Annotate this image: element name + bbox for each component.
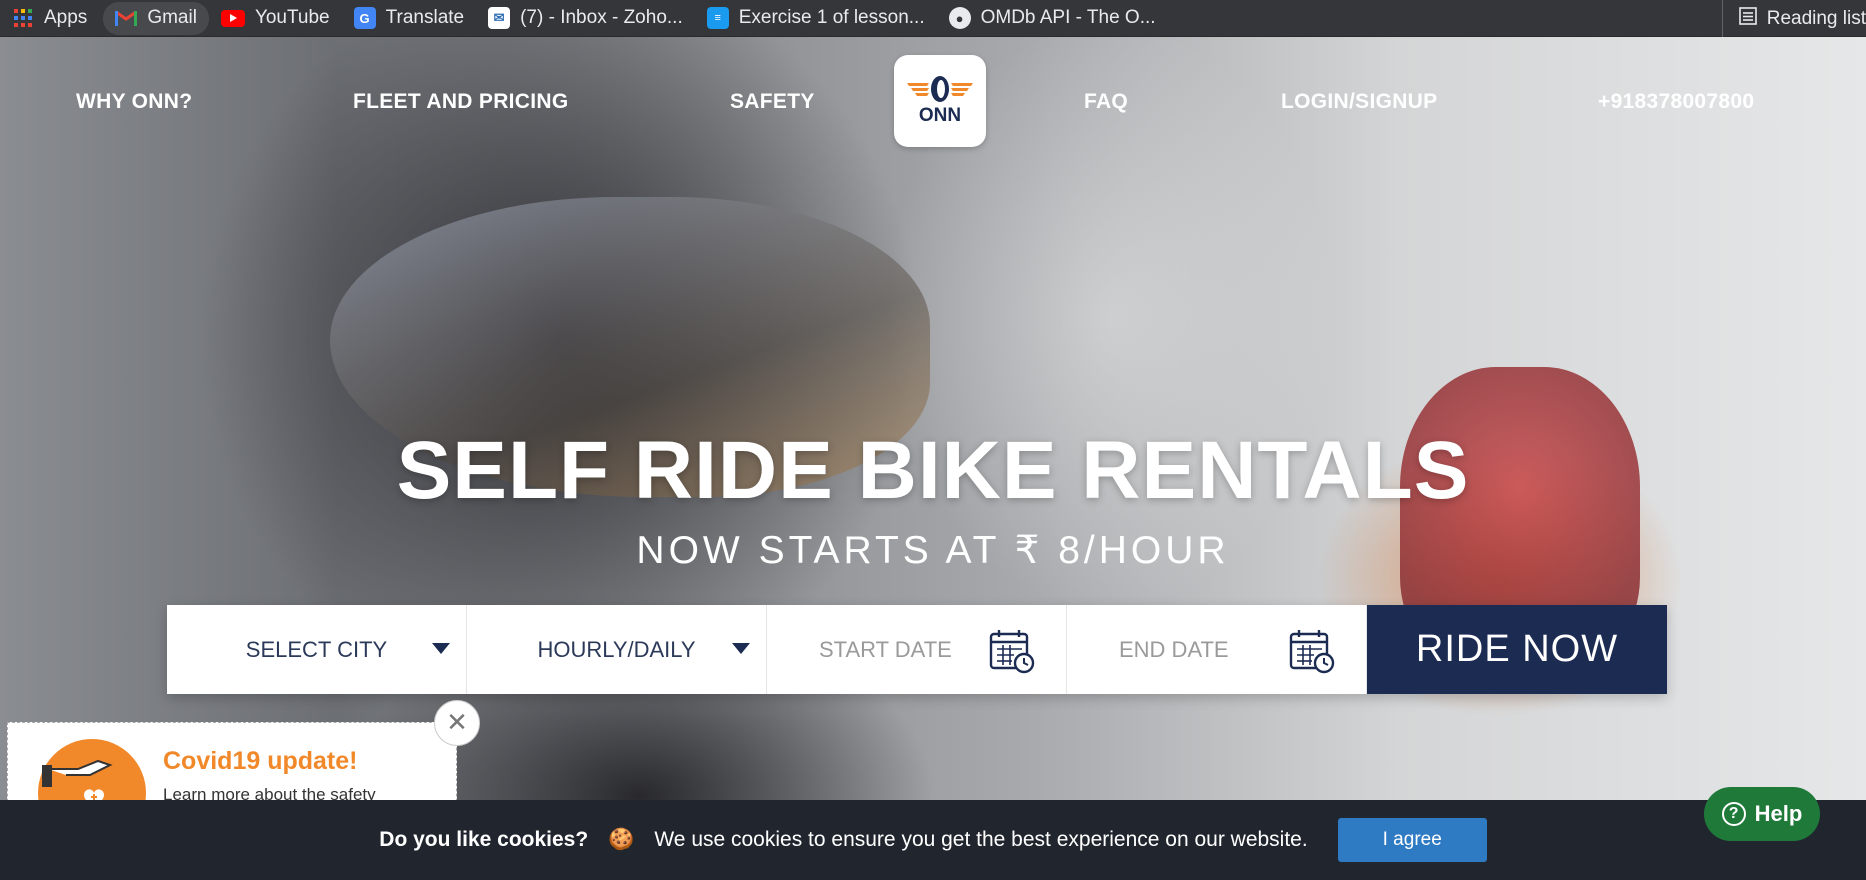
bookmark-label: (7) - Inbox - Zoho... (520, 7, 683, 28)
bookmark-exercise[interactable]: ≡ Exercise 1 of lesson... (695, 0, 937, 37)
bookmark-omdb[interactable]: ● OMDb API - The O... (937, 0, 1168, 37)
calendar-icon (989, 630, 1035, 674)
question-icon: ? (1721, 802, 1746, 826)
end-date-field[interactable]: END DATE (1067, 605, 1367, 694)
start-date-field[interactable]: START DATE (767, 605, 1067, 694)
wheel-wings-icon (907, 76, 973, 102)
logo-text: ONN (918, 105, 962, 126)
bookmark-youtube[interactable]: YouTube (209, 0, 342, 37)
covid-title: Covid19 update! (163, 747, 358, 775)
nav-safety[interactable]: SAFETY (730, 90, 815, 114)
bookmark-apps[interactable]: Apps (0, 0, 99, 37)
zoho-icon: ✉ (488, 7, 511, 29)
ride-now-button[interactable]: RIDE NOW (1367, 605, 1667, 694)
close-icon[interactable]: ✕ (434, 700, 480, 746)
bookmarks-bar: Apps Gmail YouTube G Translate ✉ (7) - I… (0, 0, 1866, 37)
cookie-agree-button[interactable]: I agree (1337, 818, 1487, 862)
help-label: Help (1754, 801, 1803, 826)
omdb-icon: ● (948, 7, 971, 29)
bookmark-translate[interactable]: G Translate (342, 0, 477, 37)
hero-headline: SELF RIDE BIKE RENTALS (396, 425, 1470, 516)
calendar-icon (1289, 630, 1335, 674)
duration-select-label: HOURLY/DAILY (537, 636, 696, 662)
cookie-banner: Do you like cookies? 🍪 We use cookies to… (0, 800, 1866, 880)
end-date-placeholder: END DATE (1119, 636, 1229, 662)
nav-fleet-pricing[interactable]: FLEET AND PRICING (353, 90, 569, 114)
cookie-emoji-icon: 🍪 (608, 828, 635, 851)
chevron-down-icon (732, 643, 750, 654)
nav-login-signup[interactable]: LOGIN/SIGNUP (1281, 90, 1437, 114)
reading-list-label: Reading list (1766, 7, 1866, 29)
bookmark-label: Apps (44, 7, 88, 28)
city-select-label: SELECT CITY (245, 636, 388, 662)
cookie-message: We use cookies to ensure you get the bes… (654, 828, 1308, 851)
city-select[interactable]: SELECT CITY (167, 605, 467, 694)
gmail-icon (115, 7, 138, 29)
youtube-icon (220, 9, 245, 27)
hero-subheadline: NOW STARTS AT ₹ 8/HOUR (636, 529, 1230, 572)
start-date-placeholder: START DATE (819, 636, 952, 662)
bookmark-label: Translate (385, 7, 465, 28)
help-button[interactable]: ? Help (1704, 787, 1820, 841)
booking-form: SELECT CITY HOURLY/DAILY START DATE END … (167, 605, 1667, 694)
cookie-question: Do you like cookies? (379, 828, 589, 851)
reading-list-button[interactable]: Reading list (1721, 0, 1866, 37)
chevron-down-icon (432, 643, 450, 654)
main-nav: WHY ONN? FLEET AND PRICING SAFETY ONN FA… (0, 37, 1866, 167)
document-icon: ≡ (706, 7, 729, 29)
apps-grid-icon (12, 7, 34, 29)
nav-why-onn[interactable]: WHY ONN? (76, 90, 192, 114)
duration-select[interactable]: HOURLY/DAILY (467, 605, 767, 694)
nav-phone[interactable]: +918378007800 (1598, 90, 1754, 114)
reading-list-icon (1738, 6, 1757, 31)
translate-icon: G (353, 7, 376, 29)
nav-faq[interactable]: FAQ (1084, 90, 1128, 114)
bookmark-label: Exercise 1 of lesson... (738, 7, 925, 28)
bookmark-label: Gmail (147, 7, 197, 28)
bookmark-zoho-inbox[interactable]: ✉ (7) - Inbox - Zoho... (476, 0, 695, 37)
bookmark-gmail[interactable]: Gmail (103, 1, 209, 35)
onn-logo[interactable]: ONN (894, 55, 986, 147)
bookmark-label: OMDb API - The O... (980, 7, 1156, 28)
bookmark-label: YouTube (254, 7, 330, 28)
